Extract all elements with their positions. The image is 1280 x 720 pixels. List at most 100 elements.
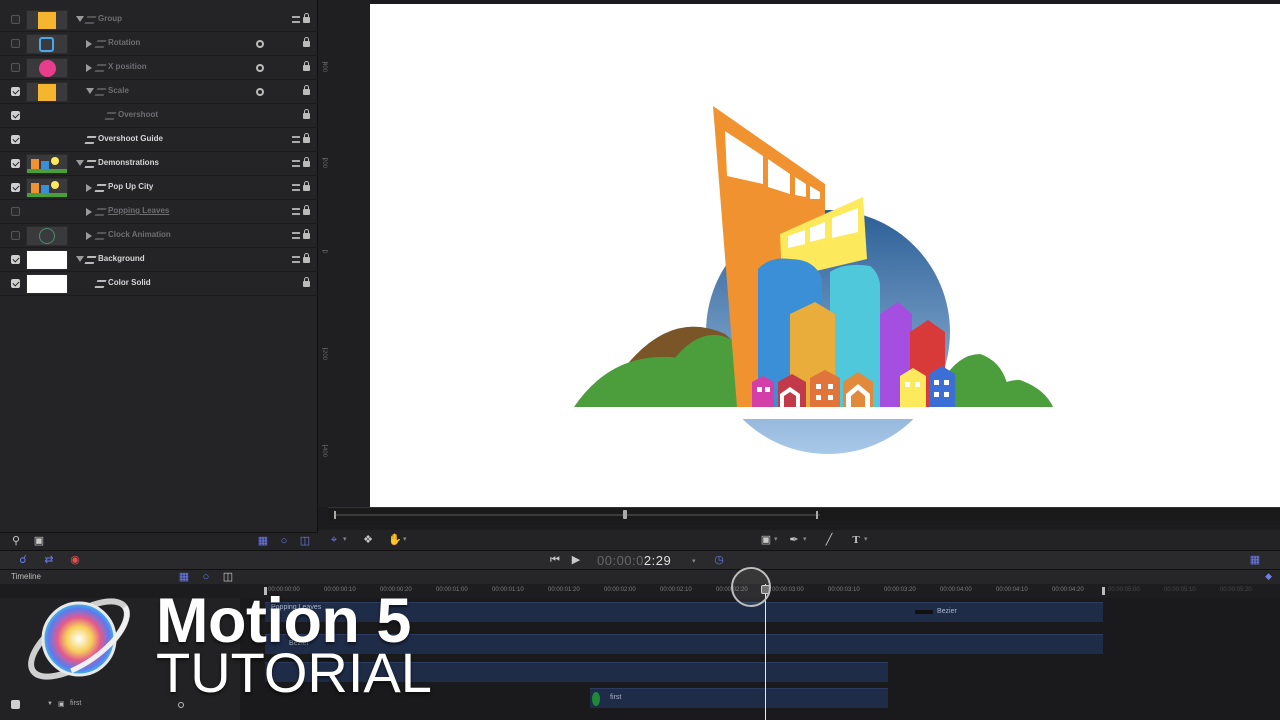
group-icon[interactable]: ◫ xyxy=(299,535,311,547)
layer-visibility-checkbox[interactable] xyxy=(11,255,20,264)
lock-icon[interactable] xyxy=(303,133,310,143)
chevron-down-icon[interactable]: ▾ xyxy=(692,557,696,565)
lock-icon[interactable] xyxy=(303,181,310,191)
paint-stroke-icon[interactable]: ╱ xyxy=(823,534,835,546)
search-icon[interactable]: ⚲ xyxy=(10,535,22,547)
lock-icon[interactable] xyxy=(303,205,310,215)
blend-mode-icon[interactable] xyxy=(292,136,300,143)
shape-tool-icon[interactable]: ▣ xyxy=(760,534,772,546)
layer-visibility-checkbox[interactable] xyxy=(11,39,20,48)
pattern-icon[interactable]: ▦ xyxy=(257,535,269,547)
chevron-down-icon[interactable]: ▾ xyxy=(803,535,807,543)
layer-row[interactable]: Overshoot xyxy=(0,104,318,128)
layer-visibility-checkbox[interactable] xyxy=(11,63,20,72)
track-bar[interactable]: first xyxy=(590,688,888,708)
chevron-down-icon[interactable]: ▾ xyxy=(774,535,778,543)
lock-icon[interactable] xyxy=(303,277,310,287)
behavior-gear-icon[interactable] xyxy=(256,40,264,48)
layer-visibility-checkbox[interactable] xyxy=(11,87,20,96)
layer-row[interactable]: X position xyxy=(0,56,318,80)
mask-icon[interactable]: ○ xyxy=(278,535,290,547)
canvas-viewer[interactable] xyxy=(370,4,1280,507)
mask-icon[interactable]: ○ xyxy=(200,571,212,583)
bezier-marker[interactable] xyxy=(915,610,933,614)
filmstrip-icon[interactable]: ▦ xyxy=(1249,554,1261,566)
canvas-toolbar: ⌖ ▾ ❖ ✋ ▾ ▣ ▾ ✒ ▾ ╱ T ▾ xyxy=(318,530,1280,550)
behavior-gear-icon[interactable] xyxy=(256,64,264,72)
timeline-playhead[interactable] xyxy=(765,584,766,720)
disclosure-triangle-icon[interactable] xyxy=(76,160,84,166)
mini-playhead[interactable] xyxy=(623,510,627,519)
disclosure-triangle-icon[interactable] xyxy=(86,184,92,192)
layer-visibility-checkbox[interactable] xyxy=(11,159,20,168)
keyframe-nav-icon[interactable]: ◆ xyxy=(1265,571,1272,582)
disclosure-triangle-icon[interactable] xyxy=(86,64,92,72)
behavior-gear-icon[interactable] xyxy=(256,88,264,96)
layer-visibility-checkbox[interactable] xyxy=(11,183,20,192)
blend-mode-icon[interactable] xyxy=(292,232,300,239)
keyframe-icon[interactable] xyxy=(592,692,600,706)
play-range-start[interactable] xyxy=(334,511,336,519)
layer-visibility-checkbox[interactable] xyxy=(11,135,20,144)
mini-timeline[interactable] xyxy=(328,507,1280,521)
loop-icon[interactable]: ⇄ xyxy=(43,554,55,566)
disclosure-triangle-icon[interactable] xyxy=(86,208,92,216)
pattern-icon[interactable]: ▦ xyxy=(178,571,190,583)
disclosure-triangle-icon[interactable] xyxy=(86,232,92,240)
layer-row[interactable]: Color Solid xyxy=(0,272,318,296)
play-range-end-marker[interactable] xyxy=(1102,587,1105,595)
anchor-tool-icon[interactable]: ❖ xyxy=(362,534,374,546)
timecode-display[interactable]: 00:00:02:29 xyxy=(597,553,671,568)
layer-row[interactable]: Rotation xyxy=(0,32,318,56)
blend-mode-icon[interactable] xyxy=(292,160,300,167)
record-icon[interactable]: ◉ xyxy=(69,554,81,566)
lock-icon[interactable] xyxy=(303,61,310,71)
hand-tool-icon[interactable]: ✋ xyxy=(388,534,402,546)
play-range-end[interactable] xyxy=(816,511,818,519)
go-to-start-icon[interactable]: ⏮ xyxy=(549,554,561,566)
blend-mode-icon[interactable] xyxy=(292,184,300,191)
transform-tool-icon[interactable]: ⌖ xyxy=(328,534,340,546)
layer-row[interactable]: Popping Leaves xyxy=(0,200,318,224)
lock-icon[interactable] xyxy=(303,109,310,119)
layer-visibility-checkbox[interactable] xyxy=(11,279,20,288)
layer-row[interactable]: Group xyxy=(0,8,318,32)
play-icon[interactable]: ▶ xyxy=(570,554,582,566)
lock-icon[interactable] xyxy=(303,37,310,47)
layer-row[interactable]: Overshoot Guide xyxy=(0,128,318,152)
layer-visibility-checkbox[interactable] xyxy=(11,207,20,216)
disclosure-triangle-icon[interactable]: ▼ xyxy=(47,701,53,707)
lock-icon[interactable] xyxy=(303,157,310,167)
chevron-down-icon[interactable]: ▾ xyxy=(343,535,347,543)
layer-list-icon[interactable]: ▣ xyxy=(33,535,45,547)
lock-icon[interactable] xyxy=(303,85,310,95)
disclosure-triangle-icon[interactable] xyxy=(76,256,84,262)
layer-row[interactable]: Clock Animation xyxy=(0,224,318,248)
blend-mode-icon[interactable] xyxy=(292,16,300,23)
disclosure-triangle-icon[interactable] xyxy=(76,16,84,22)
layer-visibility-checkbox[interactable] xyxy=(11,15,20,24)
layer-row[interactable]: Pop Up City xyxy=(0,176,318,200)
layer-row[interactable]: Scale xyxy=(0,80,318,104)
layer-row[interactable]: Background xyxy=(0,248,318,272)
blend-mode-icon[interactable] xyxy=(292,256,300,263)
timecode-tick-label: 00:00:03:10 xyxy=(828,587,860,593)
layer-row[interactable]: Demonstrations xyxy=(0,152,318,176)
checkbox[interactable] xyxy=(11,700,20,709)
bezier-tool-icon[interactable]: ✒ xyxy=(788,534,800,546)
audio-mute-icon[interactable]: ☌ xyxy=(17,554,29,566)
disclosure-triangle-icon[interactable] xyxy=(86,40,92,48)
lock-icon[interactable] xyxy=(303,253,310,263)
layer-visibility-checkbox[interactable] xyxy=(11,111,20,120)
layer-visibility-checkbox[interactable] xyxy=(11,231,20,240)
chevron-down-icon[interactable]: ▾ xyxy=(403,535,407,543)
clock-icon[interactable]: ◷ xyxy=(713,554,725,566)
blend-mode-icon[interactable] xyxy=(292,208,300,215)
text-tool-icon[interactable]: T xyxy=(850,534,862,546)
cursor-highlight xyxy=(731,567,771,607)
lock-icon[interactable] xyxy=(303,229,310,239)
lock-icon[interactable] xyxy=(303,13,310,23)
disclosure-triangle-icon[interactable] xyxy=(86,88,94,94)
chevron-down-icon[interactable]: ▾ xyxy=(864,535,868,543)
group-icon[interactable]: ◫ xyxy=(222,571,234,583)
